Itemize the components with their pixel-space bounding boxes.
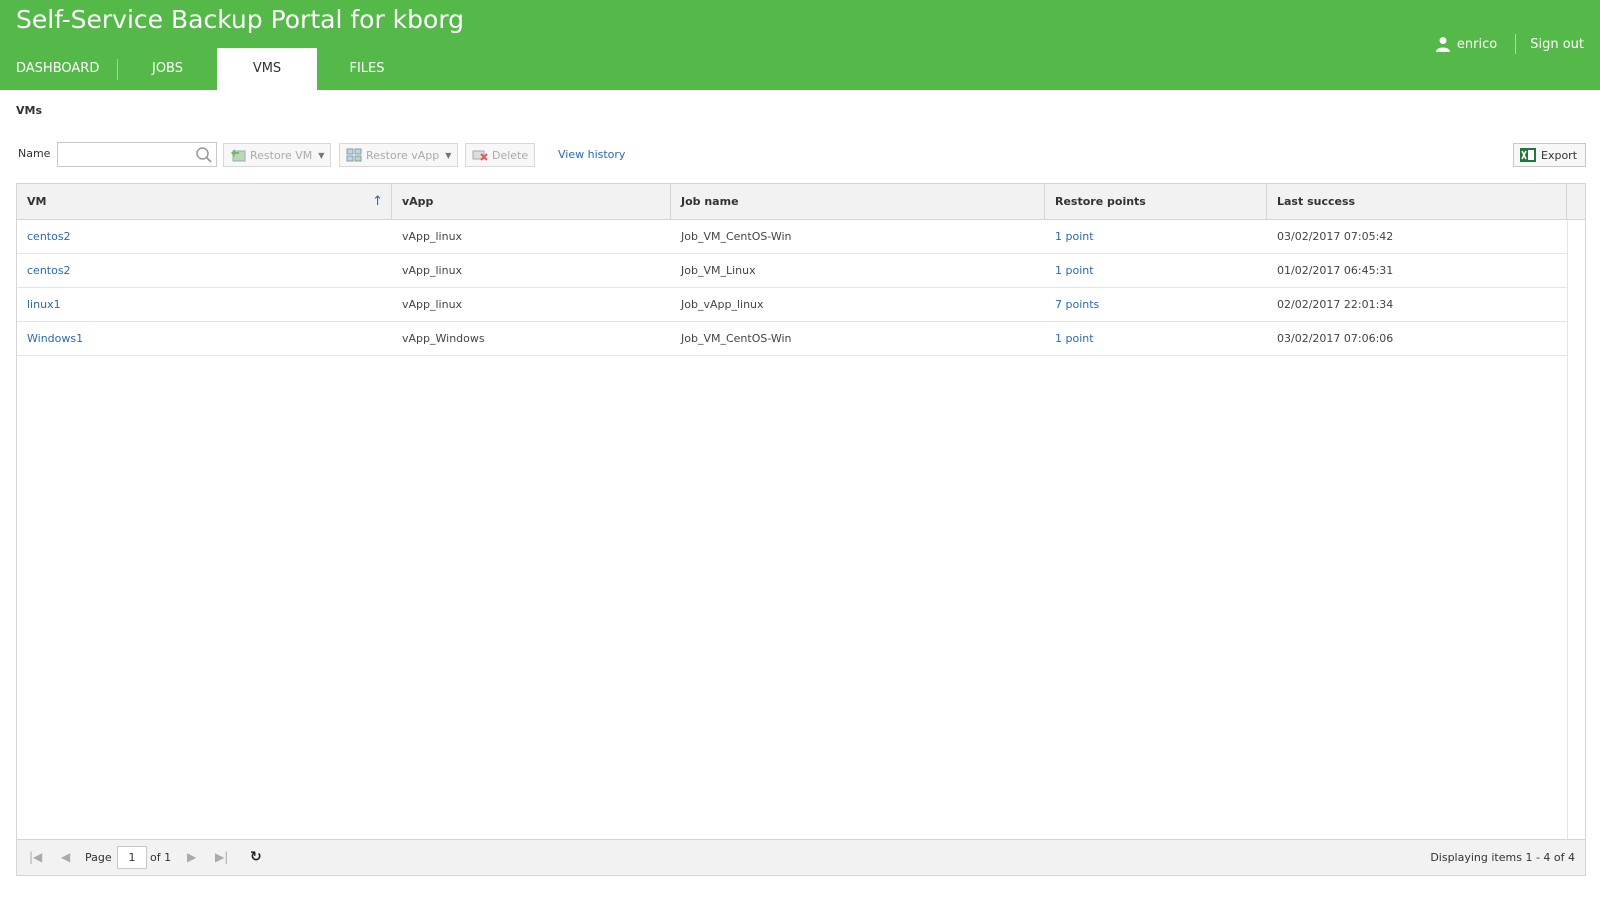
last-success-cell: 01/02/2017 06:45:31 xyxy=(1277,264,1394,277)
name-filter-label: Name xyxy=(18,147,51,160)
app-header: Self-Service Backup Portal for kborg DAS… xyxy=(0,0,1600,90)
pager: |◀ ◀ Page 1 of 1 ▶ ▶| ↻ Displaying items… xyxy=(17,839,1585,875)
main-nav: DASHBOARD JOBS VMS FILES xyxy=(0,48,417,90)
restore-vm-icon xyxy=(230,148,246,162)
displaying-items-label: Displaying items 1 - 4 of 4 xyxy=(1430,851,1575,864)
vapp-cell: vApp_linux xyxy=(402,230,463,243)
name-search-input[interactable] xyxy=(57,142,217,167)
tab-files[interactable]: FILES xyxy=(317,48,417,90)
first-page-icon[interactable]: |◀ xyxy=(29,850,42,864)
chevron-down-icon: ▼ xyxy=(318,150,325,160)
refresh-icon[interactable]: ↻ xyxy=(250,849,262,865)
vms-grid: VM ↑ vApp Job name Restore points Last s… xyxy=(16,183,1586,876)
last-success-cell: 03/02/2017 07:06:06 xyxy=(1277,332,1394,345)
column-header-job-name[interactable]: Job name xyxy=(671,184,1045,219)
next-page-icon[interactable]: ▶ xyxy=(187,850,196,864)
job-name-cell: Job_VM_Linux xyxy=(681,264,756,277)
table-row[interactable]: centos2 vApp_linux Job_VM_Linux 1 point … xyxy=(17,254,1567,288)
job-name-cell: Job_VM_CentOS-Win xyxy=(681,332,792,345)
excel-icon xyxy=(1520,147,1536,163)
app-title: Self-Service Backup Portal for kborg xyxy=(16,5,465,34)
tab-divider xyxy=(117,59,118,80)
restore-vapp-button[interactable]: Restore vApp ▼ xyxy=(339,143,459,167)
search-icon[interactable] xyxy=(195,146,213,164)
restore-points-link[interactable]: 1 point xyxy=(1045,220,1267,253)
delete-label: Delete xyxy=(492,148,529,162)
vapp-cell: vApp_Windows xyxy=(402,332,485,345)
vm-link[interactable]: Windows1 xyxy=(17,322,392,355)
export-label: Export xyxy=(1541,148,1578,162)
grid-body: centos2 vApp_linux Job_VM_CentOS-Win 1 p… xyxy=(17,220,1567,356)
tab-dashboard[interactable]: DASHBOARD xyxy=(0,48,118,90)
page-number-input[interactable]: 1 xyxy=(117,846,147,869)
vm-link[interactable]: linux1 xyxy=(17,288,392,321)
last-page-icon[interactable]: ▶| xyxy=(215,850,228,864)
tab-vms[interactable]: VMS xyxy=(217,48,317,90)
vertical-scrollbar[interactable] xyxy=(1567,220,1585,840)
grid-header: VM ↑ vApp Job name Restore points Last s… xyxy=(17,184,1585,220)
column-header-label: VM xyxy=(27,195,47,208)
restore-vapp-label: Restore vApp xyxy=(366,148,440,162)
sign-out-link[interactable]: Sign out xyxy=(1530,37,1584,52)
tab-jobs[interactable]: JOBS xyxy=(118,48,217,90)
user-area: enrico Sign out xyxy=(1435,34,1584,54)
vapp-cell: vApp_linux xyxy=(402,298,463,311)
table-row[interactable]: linux1 vApp_linux Job_vApp_linux 7 point… xyxy=(17,288,1567,322)
column-header-restore-points[interactable]: Restore points xyxy=(1045,184,1267,219)
job-name-cell: Job_vApp_linux xyxy=(681,298,764,311)
column-header-vapp[interactable]: vApp xyxy=(392,184,671,219)
restore-vm-button[interactable]: Restore VM ▼ xyxy=(223,143,332,167)
column-header-last-success[interactable]: Last success xyxy=(1267,184,1567,219)
job-name-cell: Job_VM_CentOS-Win xyxy=(681,230,792,243)
vapp-cell: vApp_linux xyxy=(402,264,463,277)
export-button[interactable]: Export xyxy=(1513,143,1586,167)
last-success-cell: 03/02/2017 07:05:42 xyxy=(1277,230,1394,243)
sort-ascending-icon: ↑ xyxy=(372,194,383,209)
delete-icon xyxy=(472,148,488,162)
chevron-down-icon: ▼ xyxy=(445,150,452,160)
page-title: VMs xyxy=(16,104,43,117)
previous-page-icon[interactable]: ◀ xyxy=(61,850,70,864)
last-success-cell: 02/02/2017 22:01:34 xyxy=(1277,298,1394,311)
delete-button[interactable]: Delete xyxy=(465,143,536,167)
user-divider xyxy=(1515,34,1517,54)
vm-link[interactable]: centos2 xyxy=(17,254,392,287)
restore-points-link[interactable]: 1 point xyxy=(1045,254,1267,287)
restore-vm-label: Restore VM xyxy=(250,148,313,162)
user-icon xyxy=(1435,36,1451,52)
view-history-link[interactable]: View history xyxy=(558,148,625,161)
username[interactable]: enrico xyxy=(1457,37,1497,52)
page-count-label: of 1 xyxy=(150,851,172,864)
page-label: Page xyxy=(85,851,112,864)
table-row[interactable]: centos2 vApp_linux Job_VM_CentOS-Win 1 p… xyxy=(17,220,1567,254)
vm-link[interactable]: centos2 xyxy=(17,220,392,253)
table-row[interactable]: Windows1 vApp_Windows Job_VM_CentOS-Win … xyxy=(17,322,1567,356)
column-header-vm[interactable]: VM ↑ xyxy=(17,184,392,219)
restore-points-link[interactable]: 7 points xyxy=(1045,288,1267,321)
toolbar: Name Restore VM ▼ Restore vApp ▼ Delete … xyxy=(16,142,1586,168)
restore-points-link[interactable]: 1 point xyxy=(1045,322,1267,355)
restore-vapp-icon xyxy=(346,148,362,162)
